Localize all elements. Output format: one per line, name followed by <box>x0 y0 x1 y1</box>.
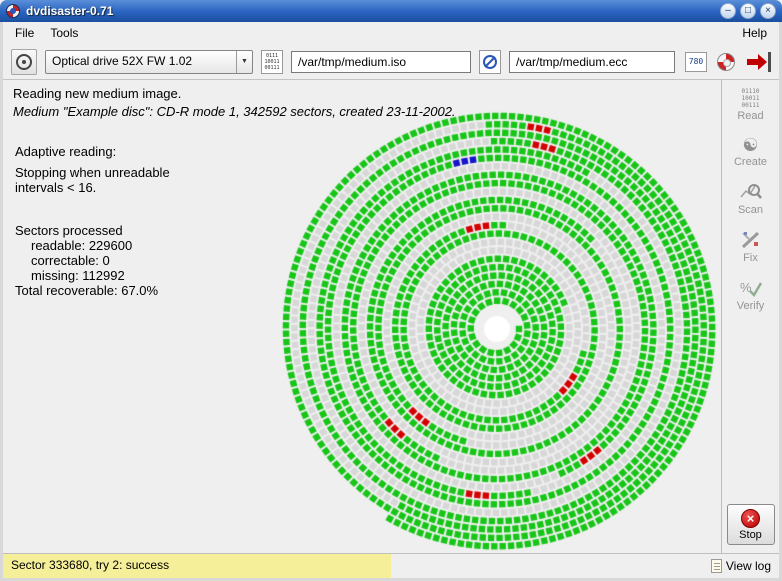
toolbar-right-icons: 780 <box>685 51 771 73</box>
help-lifebelt-icon[interactable] <box>717 52 735 71</box>
window-titlebar[interactable]: dvdisaster-0.71 – □ × <box>0 0 782 22</box>
stopping-condition-2: intervals < 16. <box>15 180 97 195</box>
minimize-button[interactable]: – <box>720 3 736 19</box>
reading-info-panel: Adaptive reading: Stopping when unreadab… <box>15 144 170 298</box>
sector-spiral-canvas <box>272 104 721 553</box>
reading-mode-title: Adaptive reading: <box>15 144 117 159</box>
app-icon <box>6 4 20 18</box>
quit-door <box>768 51 771 72</box>
create-button[interactable]: ☯ Create <box>725 135 777 168</box>
image-file-icon-line: 10011 <box>264 58 280 65</box>
read-button[interactable]: 01110 10011 00111 Read <box>725 88 777 122</box>
window-controls: – □ × <box>720 3 776 19</box>
ecc-path-input[interactable] <box>509 50 675 73</box>
scan-magnifier-icon <box>739 184 762 199</box>
app-window: dvdisaster-0.71 – □ × File Tools Help Op… <box>0 0 782 581</box>
drive-select-value: Optical drive 52X FW 1.02 <box>52 53 193 68</box>
verify-button-label: Verify <box>736 300 765 312</box>
stop-button[interactable]: × Stop <box>726 504 775 545</box>
menu-tools[interactable]: Tools <box>42 23 86 43</box>
statusbar: Sector 333680, try 2: success View log <box>3 553 779 578</box>
stop-x-icon: × <box>741 509 760 528</box>
menu-help[interactable]: Help <box>734 23 775 43</box>
toolbar: Optical drive 52X FW 1.02 ▼ 0111 10011 0… <box>3 44 779 80</box>
drive-select[interactable]: Optical drive 52X FW 1.02 ▼ <box>45 49 253 74</box>
read-icon-line: 01110 <box>741 88 760 95</box>
sectors-missing: missing: 112992 <box>31 268 125 283</box>
read-button-label: Read <box>737 110 764 122</box>
fix-button[interactable]: Fix <box>725 229 777 264</box>
log-icon <box>710 559 722 573</box>
total-recoverable: Total recoverable: 67.0% <box>15 283 159 298</box>
drive-eject-button[interactable] <box>11 48 37 75</box>
quit-icon[interactable] <box>745 51 771 73</box>
fix-button-label: Fix <box>743 252 758 264</box>
scan-button-label: Scan <box>737 204 764 216</box>
quit-arrow-shaft <box>747 58 758 65</box>
scan-button[interactable]: Scan <box>725 181 777 216</box>
create-yinyang-icon: ☯ <box>742 135 759 155</box>
read-icon-line: 00111 <box>741 102 760 109</box>
stopping-condition-1: Stopping when unreadable <box>15 165 170 180</box>
preferences-icon[interactable]: 780 <box>685 51 707 72</box>
content-area: Reading new medium image. Medium "Exampl… <box>3 80 721 553</box>
maximize-button[interactable]: □ <box>740 3 756 19</box>
read-binary-icon: 01110 10011 00111 <box>741 88 759 109</box>
ecc-file-icon <box>479 49 501 74</box>
view-log-label: View log <box>725 559 771 573</box>
menubar: File Tools Help <box>3 22 779 44</box>
sectors-readable: readable: 229600 <box>31 238 133 253</box>
close-button[interactable]: × <box>760 3 776 19</box>
drive-icon <box>16 53 32 70</box>
fix-tools-icon <box>741 231 759 249</box>
image-file-icon-line: 00111 <box>264 64 280 71</box>
image-file-icon-line: 0111 <box>265 52 279 59</box>
window-frame: File Tools Help Optical drive 52X FW 1.0… <box>0 22 782 581</box>
image-file-icon: 0111 10011 00111 <box>261 49 283 74</box>
ecc-file-glyph <box>483 54 497 69</box>
verify-check-icon: % <box>740 280 762 298</box>
iso-path-input[interactable] <box>291 50 471 73</box>
window-title: dvdisaster-0.71 <box>26 4 114 18</box>
main-area: Reading new medium image. Medium "Exampl… <box>3 80 779 553</box>
sectors-processed-title: Sectors processed <box>15 223 123 238</box>
status-message: Sector 333680, try 2: success <box>3 554 391 578</box>
action-sidebar: 01110 10011 00111 Read ☯ Create Scan Fix… <box>721 80 779 553</box>
read-icon-line: 10011 <box>741 95 760 102</box>
view-log-button[interactable]: View log <box>703 554 779 578</box>
quit-arrow-head <box>758 53 767 70</box>
stop-button-label: Stop <box>739 529 762 541</box>
menu-file[interactable]: File <box>7 23 42 43</box>
chevron-down-icon: ▼ <box>236 50 252 73</box>
create-button-label: Create <box>733 156 768 168</box>
status-line-1: Reading new medium image. <box>13 86 182 101</box>
sectors-correctable: correctable: 0 <box>31 253 110 268</box>
verify-button[interactable]: % Verify <box>725 277 777 312</box>
